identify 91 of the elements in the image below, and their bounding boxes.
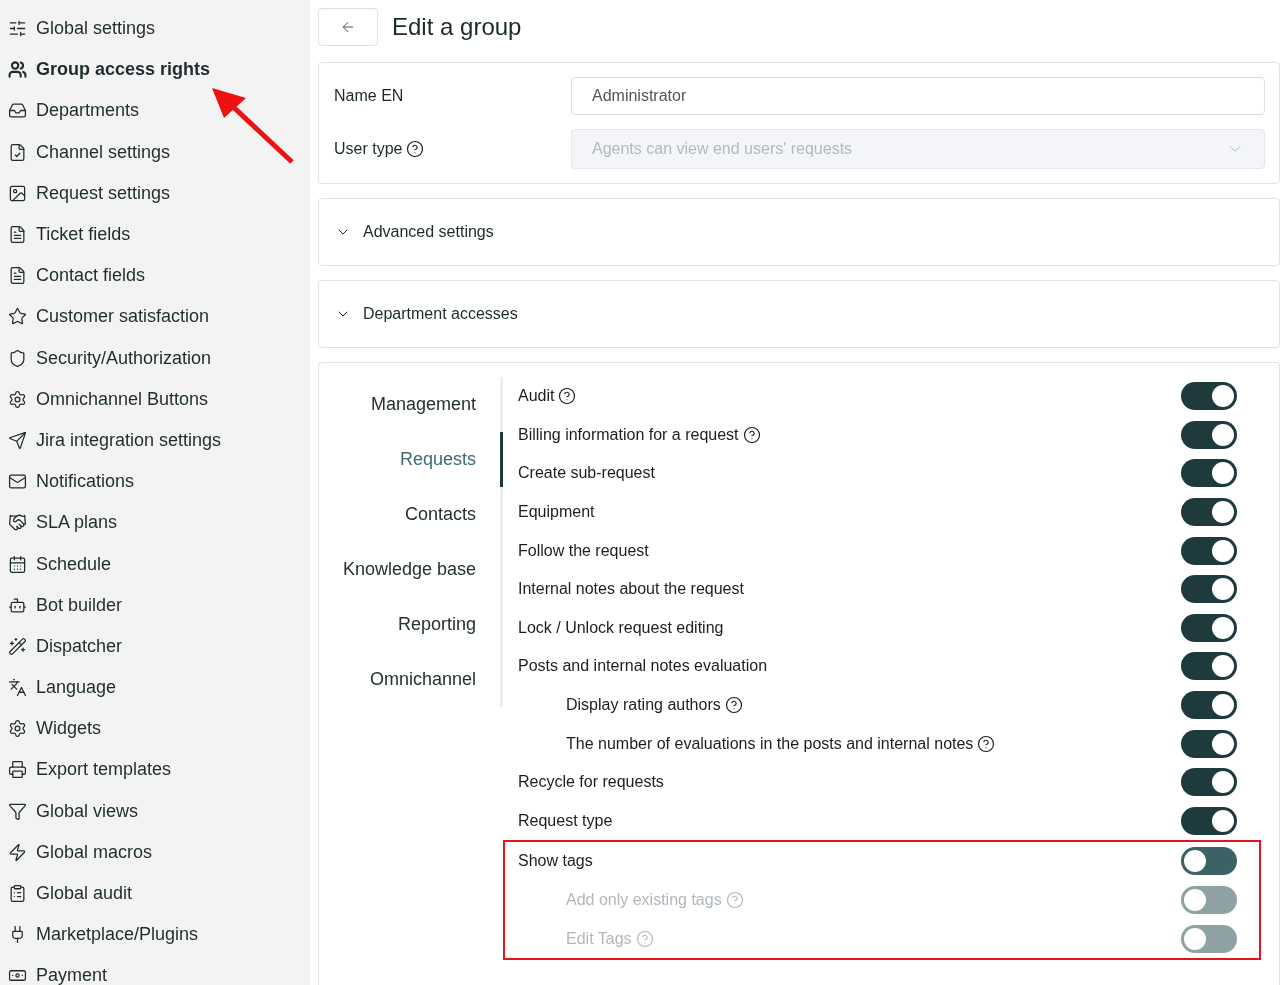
toggle-switch[interactable] [1181, 498, 1237, 527]
permission-text: Equipment [518, 503, 595, 522]
permission-category-tab[interactable]: Contacts [319, 487, 503, 542]
permission-category-tab[interactable]: Reporting [319, 597, 503, 652]
toggle-switch[interactable] [1181, 806, 1237, 835]
help-icon[interactable] [742, 425, 761, 444]
field-label: Name EN [334, 87, 405, 105]
name-input[interactable]: Administrator [571, 77, 1265, 115]
sidebar-item[interactable]: Dispatcher [0, 625, 310, 667]
help-icon[interactable] [406, 140, 425, 158]
sidebar-item[interactable]: Ticket fields [0, 213, 310, 256]
permission-text: Request type [518, 811, 613, 830]
sidebar-item[interactable]: Widgets [0, 708, 310, 750]
toggle-switch[interactable] [1181, 847, 1237, 876]
calendar-icon [8, 554, 27, 574]
toggle-switch[interactable] [1181, 729, 1237, 758]
handshake-icon [8, 513, 27, 533]
permission-text: Lock / Unlock request editing [518, 618, 724, 637]
sidebar-item[interactable]: Global views [0, 790, 310, 832]
permission-category-tab[interactable]: Requests [319, 432, 503, 487]
sidebar-item[interactable]: Request settings [0, 172, 310, 214]
permission-text: Audit [518, 387, 555, 406]
permission-category-tab[interactable]: Management [319, 377, 503, 432]
help-icon[interactable] [558, 387, 577, 406]
toggle-switch[interactable] [1181, 768, 1237, 797]
permission-text: Posts and internal notes evaluation [518, 657, 768, 676]
toggle-switch[interactable] [1181, 382, 1237, 411]
permission-category-tab[interactable]: Knowledge base [319, 542, 503, 597]
sidebar-item[interactable]: Departments [0, 90, 310, 132]
gear-icon [8, 389, 27, 409]
sliders-icon [8, 19, 27, 39]
sidebar-item[interactable]: Notifications [0, 461, 310, 503]
permission-text: Display rating authors [566, 696, 721, 715]
permission-text: Create sub-request [518, 464, 655, 483]
toggle-switch[interactable] [1181, 613, 1237, 642]
document-icon [8, 225, 27, 245]
section-title: Department accesses [363, 305, 518, 323]
people-icon [8, 60, 27, 80]
permission-category-tab[interactable]: Omnichannel [319, 652, 503, 707]
help-icon[interactable] [977, 734, 996, 753]
sidebar-item[interactable]: Marketplace/Plugins [0, 914, 310, 956]
section-title: Advanced settings [363, 223, 494, 241]
page-title: Edit a group [392, 13, 522, 41]
sidebar-item[interactable]: Bot builder [0, 584, 310, 626]
picture-icon [8, 183, 27, 203]
toggle-switch[interactable] [1181, 420, 1237, 449]
toggle-switch[interactable] [1181, 691, 1237, 720]
printer-icon [8, 760, 27, 780]
toggle-switch[interactable] [1181, 459, 1237, 488]
permission-text: The number of evaluations in the posts and internal notes [566, 734, 974, 753]
sidebar-item[interactable]: Customer satisfaction [0, 296, 310, 338]
permission-text: Edit Tags [566, 929, 632, 948]
sidebar-item[interactable]: Channel settings [0, 131, 310, 173]
sidebar-item[interactable]: Export templates [0, 749, 310, 791]
collapsible-section[interactable]: Advanced settings [318, 198, 1280, 266]
funnel-icon [8, 801, 27, 821]
permission-text: Billing information for a request [518, 425, 739, 444]
lightning-icon [8, 842, 27, 862]
permission-text: Show tags [518, 852, 593, 871]
toggle-switch[interactable] [1181, 652, 1237, 681]
shield-icon [8, 348, 27, 368]
sidebar-item[interactable]: Payment [0, 955, 310, 985]
toggle-switch[interactable] [1181, 575, 1237, 604]
wand-icon [8, 636, 27, 656]
sidebar-item[interactable]: Schedule [0, 543, 310, 585]
gear-icon [8, 719, 27, 739]
document-icon [8, 266, 27, 286]
field-label: User type [334, 140, 403, 158]
help-icon[interactable] [724, 696, 743, 715]
sidebar-item[interactable]: Jira integration settings [0, 419, 310, 462]
star-icon [8, 307, 27, 327]
permission-text: Follow the request [518, 541, 649, 560]
permission-text: Internal notes about the request [518, 580, 744, 599]
sidebar-item[interactable]: Global audit [0, 872, 310, 915]
toggle-switch[interactable] [1181, 536, 1237, 565]
sidebar-item[interactable]: Language [0, 667, 310, 709]
checklist-icon [8, 142, 27, 162]
sidebar-item[interactable]: Contact fields [0, 255, 310, 297]
sidebar-item[interactable]: Omnichannel Buttons [0, 378, 310, 420]
sidebar-item[interactable]: Group access rights [0, 49, 310, 91]
sidebar-item[interactable]: SLA plans [0, 502, 310, 544]
sidebar-item[interactable]: Global settings [0, 8, 310, 50]
clipboard-icon [8, 884, 27, 904]
translate-icon [8, 678, 27, 698]
permission-text: Add only existing tags [566, 891, 722, 909]
paper-plane-icon [8, 430, 27, 450]
sidebar-item[interactable]: Security/Authorization [0, 337, 310, 379]
back-arrow-icon [340, 19, 356, 35]
collapsible-section[interactable]: Department accesses [318, 280, 1280, 348]
permission-text: Recycle for requests [518, 773, 664, 792]
sidebar-item[interactable]: Global macros [0, 831, 310, 873]
